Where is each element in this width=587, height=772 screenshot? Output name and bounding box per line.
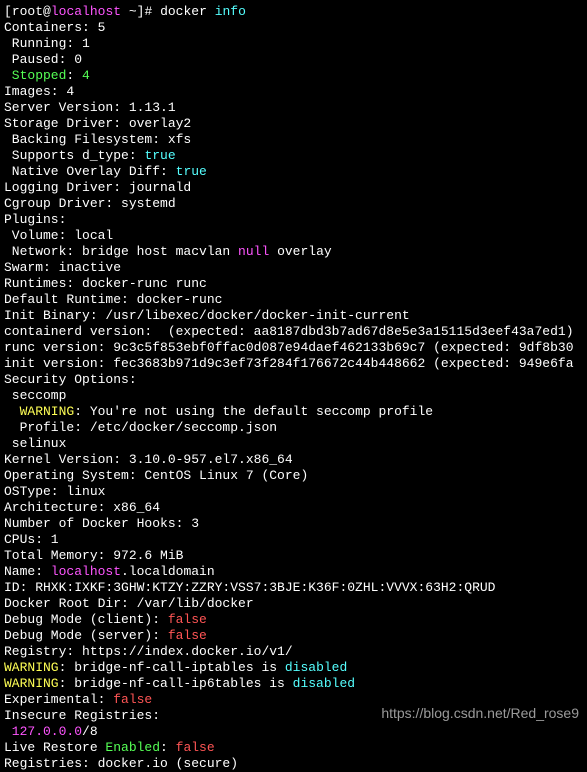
out-ostype: OSType: linux: [4, 484, 583, 500]
out-volume: Volume: local: [4, 228, 583, 244]
out-cgroup-driver: Cgroup Driver: systemd: [4, 196, 583, 212]
out-id: ID: RHXK:IXKF:3GHW:KTZY:ZZRY:VSS7:3BJE:K…: [4, 580, 583, 596]
command-sub: info: [215, 4, 246, 19]
out-cpus: CPUs: 1: [4, 532, 583, 548]
out-images: Images: 4: [4, 84, 583, 100]
out-name: Name: localhost.localdomain: [4, 564, 583, 580]
prompt-user: root: [12, 4, 43, 19]
out-storage-driver: Storage Driver: overlay2: [4, 116, 583, 132]
out-total-memory: Total Memory: 972.6 MiB: [4, 548, 583, 564]
out-security-options: Security Options:: [4, 372, 583, 388]
out-paused: Paused: 0: [4, 52, 583, 68]
prompt-line: [root@localhost ~]# docker info: [4, 4, 583, 20]
out-stopped: Stopped: 4: [4, 68, 583, 84]
out-swarm: Swarm: inactive: [4, 260, 583, 276]
watermark: https://blog.csdn.net/Red_rose9: [381, 705, 579, 721]
out-debug-client: Debug Mode (client): false: [4, 612, 583, 628]
out-init-binary: Init Binary: /usr/libexec/docker/docker-…: [4, 308, 583, 324]
out-operating-system: Operating System: CentOS Linux 7 (Core): [4, 468, 583, 484]
out-server-version: Server Version: 1.13.1: [4, 100, 583, 116]
out-containerd-version: containerd version: (expected: aa8187dbd…: [4, 324, 583, 340]
out-registry: Registry: https://index.docker.io/v1/: [4, 644, 583, 660]
out-containers: Containers: 5: [4, 20, 583, 36]
out-backing-fs: Backing Filesystem: xfs: [4, 132, 583, 148]
command-name: docker: [160, 4, 215, 19]
out-plugins: Plugins:: [4, 212, 583, 228]
out-warning-iptables: WARNING: bridge-nf-call-iptables is disa…: [4, 660, 583, 676]
out-registries: Registries: docker.io (secure): [4, 756, 583, 772]
out-insecure-ip: 127.0.0.0/8: [4, 724, 583, 740]
out-selinux: selinux: [4, 436, 583, 452]
out-network: Network: bridge host macvlan null overla…: [4, 244, 583, 260]
out-native-overlay: Native Overlay Diff: true: [4, 164, 583, 180]
out-seccomp-warning: WARNING: You're not using the default se…: [4, 404, 583, 420]
out-default-runtime: Default Runtime: docker-runc: [4, 292, 583, 308]
out-live-restore: Live Restore Enabled: false: [4, 740, 583, 756]
out-debug-server: Debug Mode (server): false: [4, 628, 583, 644]
out-warning-ip6tables: WARNING: bridge-nf-call-ip6tables is dis…: [4, 676, 583, 692]
out-architecture: Architecture: x86_64: [4, 500, 583, 516]
out-runc-version: runc version: 9c3c5f853ebf0ffac0d087e94d…: [4, 340, 583, 356]
out-docker-hooks: Number of Docker Hooks: 3: [4, 516, 583, 532]
out-seccomp: seccomp: [4, 388, 583, 404]
out-logging-driver: Logging Driver: journald: [4, 180, 583, 196]
out-init-version: init version: fec3683b971d9c3ef73f284f17…: [4, 356, 583, 372]
out-profile: Profile: /etc/docker/seccomp.json: [4, 420, 583, 436]
out-kernel-version: Kernel Version: 3.10.0-957.el7.x86_64: [4, 452, 583, 468]
out-supports-dtype: Supports d_type: true: [4, 148, 583, 164]
out-runtimes: Runtimes: docker-runc runc: [4, 276, 583, 292]
out-running: Running: 1: [4, 36, 583, 52]
out-docker-root: Docker Root Dir: /var/lib/docker: [4, 596, 583, 612]
prompt-host: localhost: [51, 4, 121, 19]
